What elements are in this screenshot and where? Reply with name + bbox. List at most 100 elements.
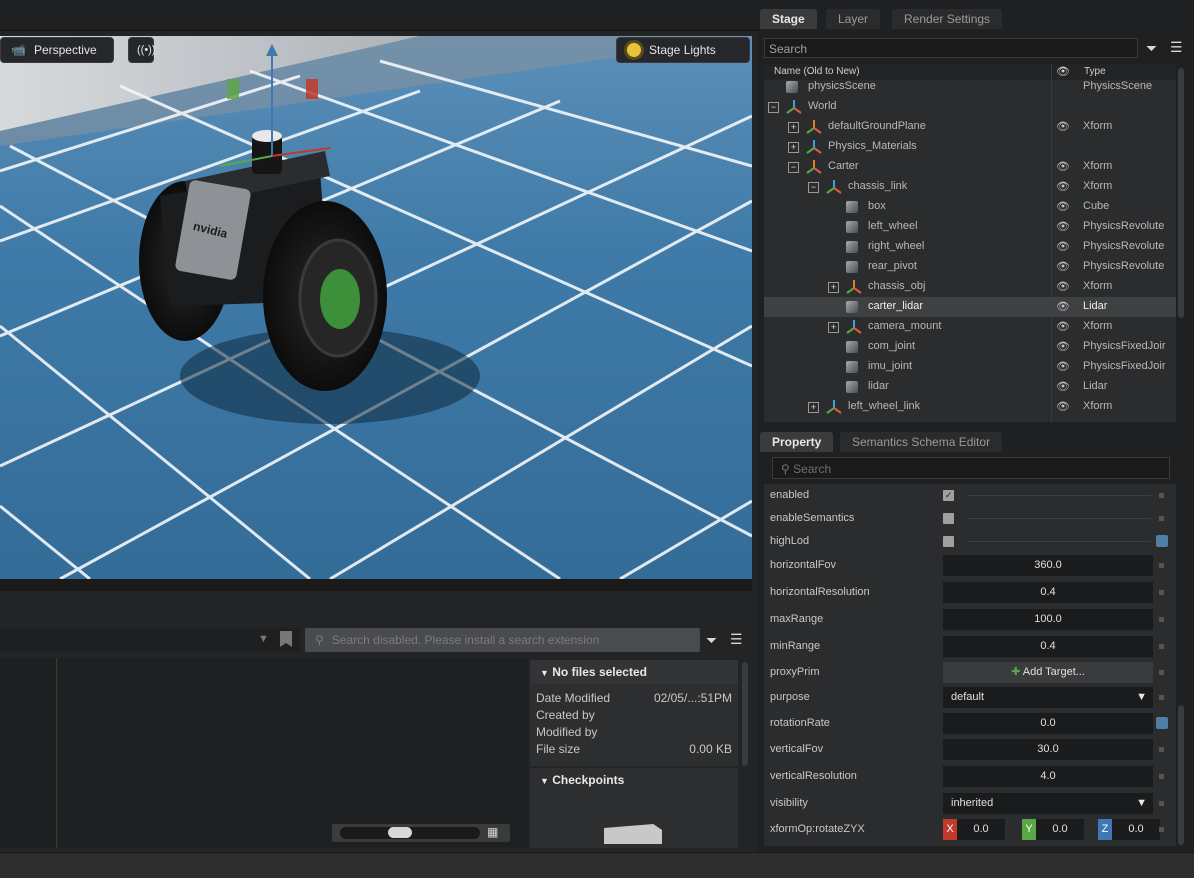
prop-number-field[interactable]: 0.4 — [943, 636, 1153, 657]
stage-search-input[interactable]: Search — [764, 38, 1138, 58]
stage-row-carter[interactable]: − Carter 👁 Xform — [764, 157, 1176, 177]
default-dot-icon[interactable] — [1159, 563, 1164, 568]
visibility-eye-icon[interactable]: 👁 — [1056, 340, 1070, 353]
default-dot-icon[interactable] — [1159, 774, 1164, 779]
prop-number-field[interactable]: 100.0 — [943, 609, 1153, 630]
default-dot-icon[interactable] — [1159, 747, 1164, 752]
keyframe-icon[interactable] — [1156, 535, 1168, 547]
stage-row-right-wheel[interactable]: right_wheel 👁 PhysicsRevolute — [764, 237, 1176, 257]
tab-stage[interactable]: Stage — [760, 9, 817, 29]
visibility-eye-icon[interactable]: 👁 — [1056, 160, 1070, 173]
col-name-header[interactable]: Name (Old to New) — [774, 66, 860, 77]
bookmark-icon[interactable] — [280, 631, 292, 647]
default-dot-icon[interactable] — [1159, 617, 1164, 622]
default-dot-icon[interactable] — [1159, 827, 1164, 832]
stage-row-physics-materials[interactable]: + Physics_Materials — [764, 137, 1176, 157]
visibility-eye-icon[interactable]: 👁 — [1056, 260, 1070, 273]
visibility-eye-icon[interactable]: 👁 — [1056, 220, 1070, 233]
prop-number-field[interactable]: 0.0 — [943, 713, 1153, 734]
zoom-slider[interactable]: ▦ — [332, 824, 510, 842]
zoom-slider-handle[interactable] — [388, 827, 412, 838]
stage-row-left-wheel[interactable]: left_wheel 👁 PhysicsRevolute — [764, 217, 1176, 237]
visibility-eye-icon[interactable]: 👁 — [1056, 120, 1070, 133]
tab-render-settings[interactable]: Render Settings — [892, 9, 1003, 29]
content-search-input[interactable]: ⚲ Search disabled. Please install a sear… — [305, 628, 700, 652]
stage-row-box[interactable]: box 👁 Cube — [764, 197, 1176, 217]
visibility-eye-icon[interactable]: 👁 — [1056, 180, 1070, 193]
grid-view-icon[interactable]: ▦ — [487, 825, 498, 839]
default-dot-icon[interactable] — [1159, 590, 1164, 595]
stage-scrollbar[interactable] — [1178, 68, 1184, 318]
prop-number-field[interactable]: 360.0 — [943, 555, 1153, 576]
info-scrollbar[interactable] — [742, 662, 748, 766]
folder-tree[interactable] — [0, 658, 57, 848]
col-type-header[interactable]: Type — [1084, 66, 1106, 77]
prop-number-field[interactable]: 4.0 — [943, 766, 1153, 787]
stage-row-camera-mount[interactable]: + camera_mount 👁 Xform — [764, 317, 1176, 337]
filter-icon[interactable]: ⏷ — [706, 632, 717, 649]
menu-icon[interactable]: ☰ — [730, 631, 743, 648]
stage-menu-icon[interactable]: ☰ — [1170, 39, 1183, 56]
checkpoints-header[interactable]: ▼ Checkpoints — [530, 768, 738, 792]
stage-row-lidar[interactable]: lidar 👁 Lidar — [764, 377, 1176, 397]
expand-icon[interactable]: + — [788, 142, 799, 153]
prop-number-field[interactable]: 30.0 — [943, 739, 1153, 760]
add-target-button[interactable]: ✚ Add Target... — [943, 662, 1153, 683]
expand-icon[interactable]: + — [828, 322, 839, 333]
stage-row-world[interactable]: − World — [764, 97, 1176, 117]
collapse-icon[interactable]: − — [788, 162, 799, 173]
visibility-eye-icon[interactable]: 👁 — [1056, 240, 1070, 253]
prop-checkbox[interactable]: ✓ — [943, 490, 954, 501]
prop-number-field[interactable]: 0.4 — [943, 582, 1153, 603]
property-search-input[interactable]: ⚲ Search — [772, 457, 1170, 479]
prop-checkbox[interactable] — [943, 536, 954, 547]
prop-select[interactable]: default ▼ — [943, 687, 1153, 708]
keyframe-icon[interactable] — [1156, 717, 1168, 729]
no-files-header[interactable]: ▼ No files selected — [530, 660, 738, 684]
stage-row-com-joint[interactable]: com_joint 👁 PhysicsFixedJoir — [764, 337, 1176, 357]
prop-select[interactable]: inherited ▼ — [943, 793, 1153, 814]
collapse-icon[interactable]: − — [808, 182, 819, 193]
default-dot-icon[interactable] — [1159, 801, 1164, 806]
stage-row-physicsscene[interactable]: physicsScene PhysicsScene — [764, 77, 1176, 97]
expand-icon[interactable]: + — [828, 282, 839, 293]
file-grid[interactable] — [58, 658, 528, 848]
stage-row-left-wheel-link[interactable]: + left_wheel_link 👁 Xform — [764, 397, 1176, 417]
stage-row-rear-pivot[interactable]: rear_pivot 👁 PhysicsRevolute — [764, 257, 1176, 277]
visibility-eye-icon[interactable]: 👁 — [1056, 360, 1070, 373]
stage-filter-icon[interactable]: ⏷ — [1146, 40, 1157, 57]
tab-layer[interactable]: Layer — [826, 9, 881, 29]
tab-semantics-schema-editor[interactable]: Semantics Schema Editor — [840, 432, 1003, 452]
visibility-eye-icon[interactable]: 👁 — [1056, 300, 1070, 313]
expand-icon[interactable]: + — [808, 402, 819, 413]
camera-selector-button[interactable]: 📹 Perspective — [0, 37, 114, 63]
rotate-y-field[interactable]: Y 0.0 — [1022, 819, 1084, 840]
rotate-x-field[interactable]: X 0.0 — [943, 819, 1005, 840]
viewport[interactable]: nvidia — [0, 36, 752, 579]
default-dot-icon[interactable] — [1159, 493, 1164, 498]
expand-icon[interactable]: + — [788, 122, 799, 133]
tab-property[interactable]: Property — [760, 432, 834, 452]
stage-row-chassis-link[interactable]: − chassis_link 👁 Xform — [764, 177, 1176, 197]
property-scrollbar[interactable] — [1178, 705, 1184, 845]
stage-tree[interactable]: Name (Old to New) 👁 Type physicsScene Phy… — [764, 64, 1176, 422]
default-dot-icon[interactable] — [1159, 695, 1164, 700]
visibility-eye-icon[interactable]: 👁 — [1056, 280, 1070, 293]
stage-row-defaultgroundplane[interactable]: + defaultGroundPlane 👁 Xform — [764, 117, 1176, 137]
stage-row-imu-joint[interactable]: imu_joint 👁 PhysicsFixedJoir — [764, 357, 1176, 377]
broadcast-button[interactable]: ((•)) — [128, 37, 156, 63]
collapse-icon[interactable]: − — [768, 102, 779, 113]
visibility-eye-icon[interactable]: 👁 — [1056, 200, 1070, 213]
rotate-z-field[interactable]: Z 0.0 — [1098, 819, 1160, 840]
default-dot-icon[interactable] — [1159, 670, 1164, 675]
visibility-eye-icon[interactable]: 👁 — [1056, 400, 1070, 413]
default-dot-icon[interactable] — [1159, 644, 1164, 649]
default-dot-icon[interactable] — [1159, 516, 1164, 521]
visibility-eye-icon[interactable]: 👁 — [1056, 320, 1070, 333]
stage-row-carter-lidar[interactable]: carter_lidar 👁 Lidar — [764, 297, 1176, 317]
stage-lights-button[interactable]: Stage Lights — [616, 37, 750, 63]
visibility-eye-icon[interactable]: 👁 — [1056, 380, 1070, 393]
chevron-down-icon[interactable]: ▼ — [258, 633, 269, 645]
stage-row-chassis-obj[interactable]: + chassis_obj 👁 Xform — [764, 277, 1176, 297]
path-field[interactable]: ▼ — [0, 628, 300, 652]
